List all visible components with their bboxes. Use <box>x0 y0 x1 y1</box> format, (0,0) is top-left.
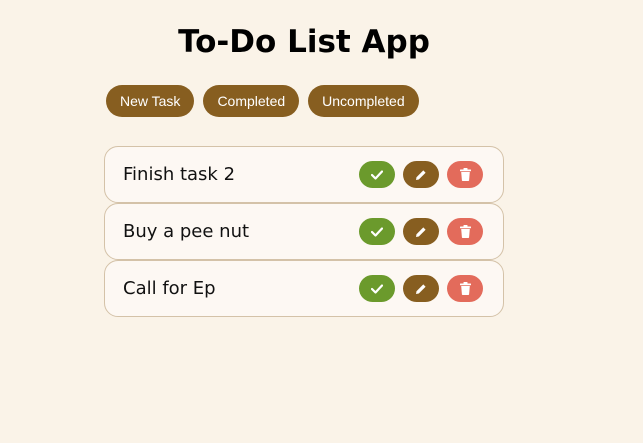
delete-button[interactable] <box>447 218 483 245</box>
check-icon <box>371 169 383 180</box>
check-icon <box>371 283 383 294</box>
task-actions <box>359 218 483 245</box>
filter-bar: New Task Completed Uncompleted <box>106 85 419 117</box>
todo-app: To-Do List App New Task Completed Uncomp… <box>0 0 643 443</box>
uncompleted-filter-button[interactable]: Uncompleted <box>308 85 419 117</box>
delete-button[interactable] <box>447 161 483 188</box>
pencil-icon <box>416 283 426 294</box>
edit-button[interactable] <box>403 161 439 188</box>
edit-button[interactable] <box>403 275 439 302</box>
complete-button[interactable] <box>359 275 395 302</box>
pencil-icon <box>416 169 426 180</box>
task-actions <box>359 275 483 302</box>
complete-button[interactable] <box>359 161 395 188</box>
task-text: Finish task 2 <box>123 164 236 185</box>
task-item: Finish task 2 <box>104 146 504 203</box>
new-task-button[interactable]: New Task <box>106 85 195 117</box>
trash-icon <box>459 282 471 295</box>
task-text: Call for Ep <box>123 278 216 299</box>
edit-button[interactable] <box>403 218 439 245</box>
page-title: To-Do List App <box>178 24 430 60</box>
task-list: Finish task 2 Buy a pee nut Call for Ep <box>104 146 504 317</box>
trash-icon <box>459 225 471 238</box>
task-text: Buy a pee nut <box>123 221 250 242</box>
pencil-icon <box>416 226 426 237</box>
delete-button[interactable] <box>447 275 483 302</box>
check-icon <box>371 226 383 237</box>
trash-icon <box>459 168 471 181</box>
task-actions <box>359 161 483 188</box>
completed-filter-button[interactable]: Completed <box>203 85 300 117</box>
task-item: Call for Ep <box>104 260 504 317</box>
task-item: Buy a pee nut <box>104 203 504 260</box>
complete-button[interactable] <box>359 218 395 245</box>
